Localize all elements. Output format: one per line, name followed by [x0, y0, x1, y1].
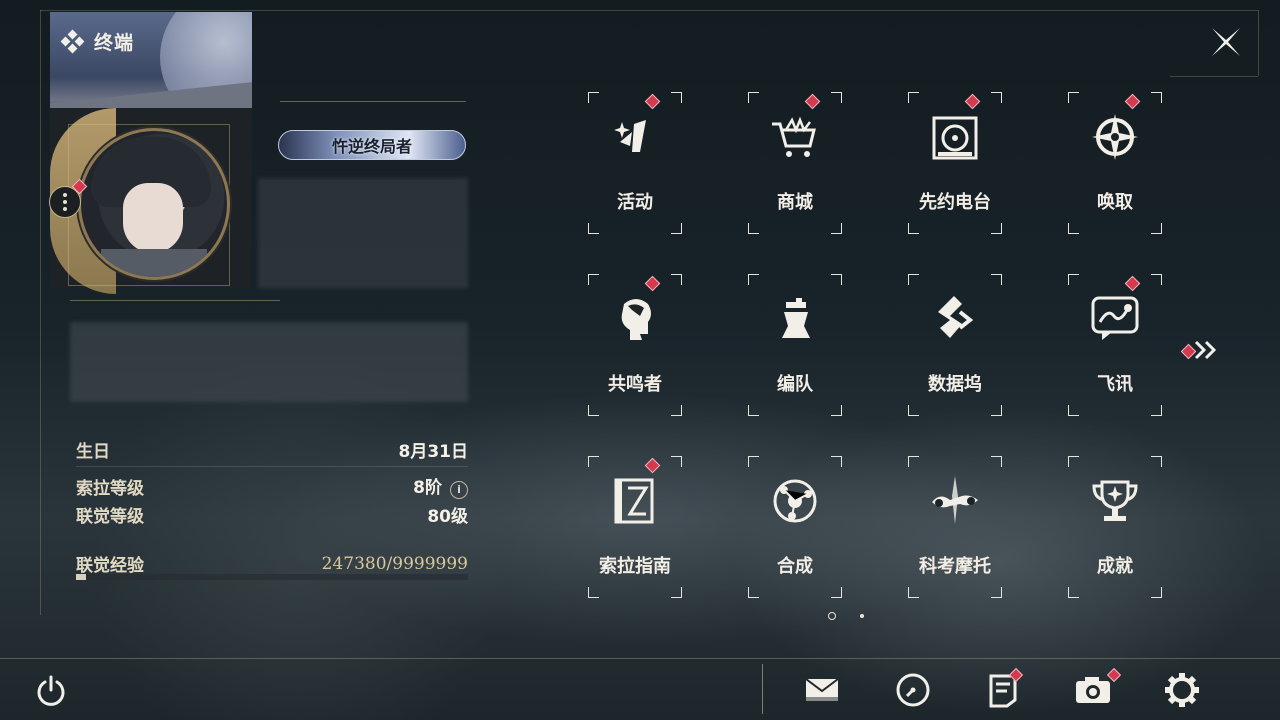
bottom-divider	[0, 658, 1280, 659]
menu-tile-label: 活动	[617, 192, 653, 213]
sola-level-value-wrap: 8阶 i	[413, 473, 468, 499]
menu-tile-label: 商城	[777, 192, 813, 213]
menu-tile-label: 先约电台	[919, 192, 991, 213]
menu-tile-guide-book[interactable]: 索拉指南	[560, 456, 710, 606]
union-exp-bar-fill	[76, 574, 86, 580]
birthday-label: 生日	[76, 442, 110, 462]
menu-tile-resonator-head[interactable]: 共鸣者	[560, 274, 710, 424]
guide-book-icon	[614, 478, 654, 524]
union-level-value: 80级	[427, 507, 468, 527]
stat-birthday: 生日 8月31日	[76, 437, 468, 462]
menu-tile-label: 编队	[777, 374, 813, 395]
union-level-label: 联觉等级	[76, 507, 144, 527]
page-dot-2[interactable]	[860, 614, 864, 618]
clock-icon[interactable]	[893, 670, 933, 710]
menu-tile-label: 唤取	[1097, 192, 1133, 213]
sola-level-value: 8阶	[413, 478, 442, 498]
next-page-button[interactable]	[1180, 338, 1224, 362]
radio-icon	[932, 116, 978, 160]
union-exp-label: 联觉经验	[76, 556, 144, 576]
resonator-head-icon	[621, 299, 651, 340]
page-dot-1[interactable]	[828, 612, 836, 620]
menu-tile-label: 索拉指南	[599, 556, 671, 577]
stat-union-exp: 联觉经验 247380/9999999	[76, 551, 468, 577]
data-dock-icon	[938, 296, 974, 338]
profile-divider	[280, 101, 466, 102]
mail-button[interactable]	[802, 670, 842, 710]
menu-tile-label: 合成	[777, 556, 813, 577]
chess-team-icon	[782, 298, 810, 338]
trophy-icon	[1092, 480, 1138, 521]
menu-notify-badge	[644, 93, 661, 110]
menu-notify-badge	[1124, 93, 1141, 110]
terminal-diamond-icon	[60, 29, 85, 53]
menu-tile-label: 科考摩托	[919, 556, 991, 577]
menu-tile-trophy[interactable]: 成就	[1040, 456, 1190, 606]
menu-notify-badge	[964, 93, 981, 110]
menu-tile-label: 共鸣者	[608, 374, 662, 395]
menu-tile-compass-star[interactable]: 唤取	[1040, 92, 1190, 242]
stat-divider	[76, 466, 468, 467]
menu-notify-badge	[1124, 275, 1141, 292]
page-indicator	[828, 612, 864, 620]
left-frame-line	[40, 10, 41, 615]
notice-button[interactable]	[983, 667, 1024, 710]
stat-sola-level: 索拉等级 8阶 i	[76, 473, 468, 499]
close-button[interactable]	[1206, 22, 1246, 62]
menu-tile-message[interactable]: 飞讯	[1040, 274, 1190, 424]
page-title: 终端	[94, 32, 135, 54]
bottom-separator	[762, 664, 763, 714]
blurred-signature-area	[70, 322, 468, 402]
menu-tile-label: 数据坞	[928, 374, 982, 395]
mail-icon[interactable]	[802, 670, 842, 710]
player-name: 忤逆终局者	[331, 137, 412, 156]
menu-tile-motorbike[interactable]: 科考摩托	[880, 456, 1030, 606]
birthday-value: 8月31日	[398, 442, 469, 462]
settings-button[interactable]	[1162, 670, 1202, 710]
right-frame-line	[1258, 10, 1259, 76]
page-header: 终端	[60, 28, 135, 55]
sparkle-icon	[614, 120, 646, 152]
power-button[interactable]	[34, 674, 68, 708]
camera-button[interactable]	[1073, 667, 1122, 710]
menu-notify-badge	[644, 457, 661, 474]
info-icon[interactable]: i	[450, 481, 468, 499]
avatar[interactable]	[78, 128, 230, 280]
blurred-id-area	[258, 178, 468, 288]
player-name-badge[interactable]: 忤逆终局者	[278, 130, 466, 160]
menu-notify-badge	[644, 275, 661, 292]
settings-gear-icon[interactable]	[1162, 670, 1202, 710]
menu-tile-shop-cart[interactable]: 商城	[720, 92, 870, 242]
menu-tile-data-dock[interactable]: 数据坞	[880, 274, 1030, 424]
menu-notify-badge	[804, 93, 821, 110]
double-chevron-right-icon[interactable]	[1180, 338, 1224, 362]
sola-level-label: 索拉等级	[76, 478, 144, 499]
motorbike-icon	[932, 476, 978, 524]
union-exp-value: 247380/9999999	[321, 553, 468, 574]
menu-tile-label: 飞讯	[1097, 374, 1133, 395]
synthesis-icon	[773, 479, 817, 523]
close-x-icon[interactable]	[1206, 22, 1246, 62]
profile-divider-2	[70, 300, 280, 301]
stat-union-level: 联觉等级 80级	[76, 502, 468, 527]
union-exp-bar	[76, 574, 468, 580]
shop-cart-icon	[772, 116, 816, 157]
compass-star-icon	[1092, 114, 1138, 160]
menu-tile-synthesis[interactable]: 合成	[720, 456, 870, 606]
menu-tile-chess-team[interactable]: 编队	[720, 274, 870, 424]
menu-tile-radio[interactable]: 先约电台	[880, 92, 1030, 242]
menu-tile-sparkle[interactable]: 活动	[560, 92, 710, 242]
power-icon[interactable]	[34, 674, 68, 708]
clock-button[interactable]	[893, 670, 933, 710]
right-frame-corner	[1170, 76, 1258, 77]
message-icon	[1091, 296, 1139, 340]
menu-tile-label: 成就	[1097, 556, 1133, 577]
